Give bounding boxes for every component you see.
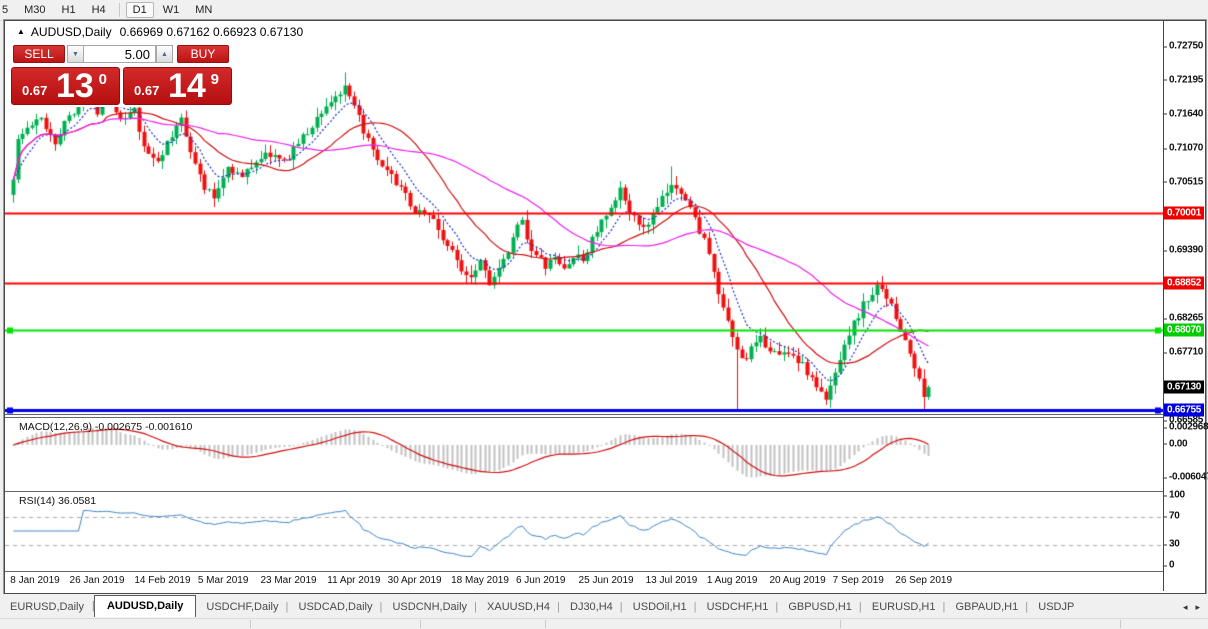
chevron-down-icon: ▼	[72, 51, 79, 58]
timeframe-button-m30[interactable]: M30	[17, 2, 52, 18]
price-axis-tick: 0.72195	[1169, 74, 1203, 85]
date-axis-label: 13 Jul 2019	[646, 575, 698, 586]
date-axis-label: 14 Feb 2019	[134, 575, 190, 586]
price-axis-tick: 0.70515	[1169, 176, 1203, 187]
buy-price-box[interactable]: 0.67 14 9	[123, 67, 232, 105]
chart-symbol-label: AUDUSD,Daily	[31, 25, 112, 39]
timeframe-button-h1[interactable]: H1	[55, 2, 83, 18]
tab-usdcnh-daily[interactable]: USDCNH,Daily	[382, 597, 477, 617]
date-axis-label: 5 Mar 2019	[198, 575, 249, 586]
tab-eurusd-h1[interactable]: EURUSD,H1	[862, 597, 946, 617]
tab-scroll-left-icon[interactable]: ◂	[1183, 602, 1188, 613]
timeframe-button-h4[interactable]: H4	[85, 2, 113, 18]
buy-price-prefix: 0.67	[134, 83, 159, 98]
price-axis[interactable]: 0.72750 0.72195 0.71640 0.71070 0.70515 0.693…	[1164, 21, 1204, 591]
price-level-badge: 0.68070	[1164, 324, 1204, 337]
date-axis-label: 11 Apr 2019	[327, 575, 380, 586]
rsi-axis-tick: 30	[1169, 539, 1180, 550]
status-bar-divider	[840, 620, 841, 628]
timeframe-button-mn[interactable]: MN	[188, 2, 219, 18]
timeframe-button-d1[interactable]: D1	[126, 2, 154, 18]
rsi-pane: RSI(14) 36.0581	[5, 491, 1163, 570]
buy-button[interactable]: BUY	[177, 45, 229, 63]
macd-pane: MACD(12,26,9) -0.002675 -0.001610	[5, 417, 1163, 489]
timeframe-toolbar: 5M30H1H4 D1W1MN	[0, 0, 1208, 21]
rsi-axis-tick: 70	[1169, 511, 1180, 522]
volume-increase-button[interactable]: ▲	[156, 45, 173, 63]
tab-usdchf-daily[interactable]: USDCHF,Daily	[196, 597, 288, 617]
tab-scroll-right-icon[interactable]: ▸	[1195, 602, 1200, 613]
macd-axis-tick: -0.006047	[1169, 472, 1208, 483]
volume-decrease-button[interactable]: ▼	[67, 45, 84, 63]
price-axis-tick: 0.71070	[1169, 143, 1203, 154]
price-axis-tick: 0.67710	[1169, 347, 1203, 358]
sell-price-main: 13	[56, 68, 94, 104]
symbol-tab-bar: EURUSD,DailyAUDUSD,DailyUSDCHF,DailyUSDC…	[0, 594, 1208, 617]
volume-input[interactable]	[83, 45, 156, 63]
price-axis-tick: 0.68265	[1169, 313, 1203, 324]
macd-axis-tick: 0.002968	[1169, 422, 1208, 433]
tab-audusd-daily[interactable]: AUDUSD,Daily	[94, 595, 196, 617]
tab-usdoil-h1[interactable]: USDOil,H1	[623, 597, 697, 617]
timeframe-button-w1[interactable]: W1	[156, 2, 187, 18]
collapse-panel-icon[interactable]: ▲	[17, 27, 25, 36]
date-axis-label: 30 Apr 2019	[388, 575, 442, 586]
tab-scroll-buttons: ◂▸	[1175, 598, 1208, 617]
tab-gbpusd-h1[interactable]: GBPUSD,H1	[778, 597, 862, 617]
date-axis[interactable]: 8 Jan 2019 26 Jan 2019 14 Feb 2019 5 Mar 20…	[5, 571, 1163, 592]
date-axis-label: 25 Jun 2019	[579, 575, 634, 586]
tab-usdjp[interactable]: USDJP	[1028, 597, 1084, 617]
toolbar-separator	[119, 3, 120, 17]
tab-usdchf-h1[interactable]: USDCHF,H1	[697, 597, 779, 617]
tab-usdcad-daily[interactable]: USDCAD,Daily	[289, 597, 383, 617]
sell-price-box[interactable]: 0.67 13 0	[11, 67, 120, 105]
price-level-badge: 0.68852	[1164, 276, 1204, 289]
price-level-badge: 0.70001	[1164, 207, 1204, 220]
sell-button[interactable]: SELL	[13, 45, 65, 63]
date-axis-label: 23 Mar 2019	[260, 575, 316, 586]
price-axis-tick: 0.69390	[1169, 245, 1203, 256]
tab-dj30-h4[interactable]: DJ30,H4	[560, 597, 623, 617]
date-axis-label: 26 Sep 2019	[895, 575, 952, 586]
tab-gbpaud-h1[interactable]: GBPAUD,H1	[945, 597, 1028, 617]
rsi-axis-tick: 100	[1169, 490, 1185, 501]
date-axis-label: 7 Sep 2019	[833, 575, 884, 586]
status-bar-divider	[420, 620, 421, 628]
rsi-axis-tick: 0	[1169, 560, 1174, 571]
rsi-label: RSI(14) 36.0581	[19, 495, 96, 507]
date-axis-label: 26 Jan 2019	[70, 575, 125, 586]
tab-xauusd-h4[interactable]: XAUUSD,H4	[477, 597, 560, 617]
date-axis-label: 18 May 2019	[451, 575, 509, 586]
price-level-badge: 0.66755	[1164, 403, 1204, 416]
buy-price-pip: 9	[211, 71, 219, 88]
status-bar	[0, 618, 1208, 629]
date-axis-label: 8 Jan 2019	[10, 575, 60, 586]
buy-price-main: 14	[168, 68, 206, 104]
macd-label: MACD(12,26,9) -0.002675 -0.001610	[19, 421, 192, 433]
price-axis-tick: 0.72750	[1169, 41, 1203, 52]
status-bar-divider	[1120, 620, 1121, 628]
sell-price-pip: 0	[99, 71, 107, 88]
tab-eurusd-daily[interactable]: EURUSD,Daily	[0, 597, 94, 617]
sell-price-prefix: 0.67	[22, 83, 47, 98]
chart-title: ▲ AUDUSD,Daily 0.66969 0.67162 0.66923 0.6…	[17, 25, 303, 39]
chevron-up-icon: ▲	[161, 51, 168, 58]
one-click-trade-panel: SELL ▼ ▲ BUY 0.67 13 0 0.67 14 9	[7, 39, 235, 107]
macd-axis-tick: 0.00	[1169, 438, 1187, 449]
date-axis-label: 20 Aug 2019	[769, 575, 825, 586]
rsi-canvas[interactable]	[5, 492, 1163, 570]
price-axis-tick: 0.71640	[1169, 108, 1203, 119]
main-chart-pane: ▲ AUDUSD,Daily 0.66969 0.67162 0.66923 0.6…	[5, 21, 1163, 415]
timeframe-button-5[interactable]: 5	[0, 2, 15, 18]
chart-window: ▲ AUDUSD,Daily 0.66969 0.67162 0.66923 0.6…	[4, 20, 1206, 594]
chart-ohlc-values: 0.66969 0.67162 0.66923 0.67130	[120, 25, 304, 39]
date-axis-label: 6 Jun 2019	[516, 575, 566, 586]
date-axis-label: 1 Aug 2019	[707, 575, 758, 586]
status-bar-divider	[545, 620, 546, 628]
price-level-badge: 0.67130	[1164, 381, 1204, 394]
status-bar-divider	[250, 620, 251, 628]
